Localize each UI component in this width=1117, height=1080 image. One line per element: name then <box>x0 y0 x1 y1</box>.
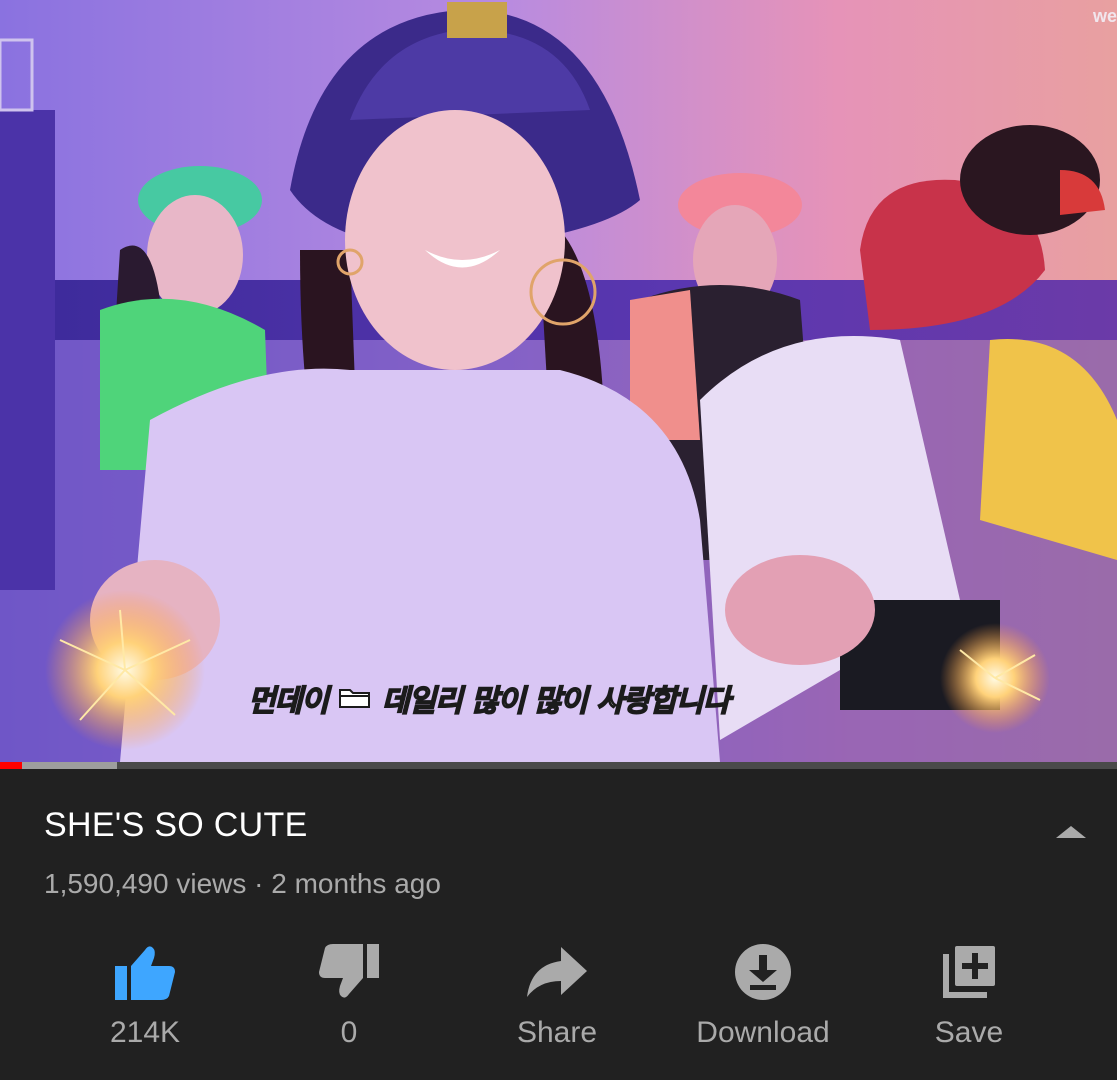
share-arrow-icon <box>527 947 587 997</box>
video-player[interactable]: we 먼데이 데일리 많이 많이 사랑합니다 <box>0 0 1117 762</box>
save-label: Save <box>934 1016 1004 1049</box>
caption-speaker-name: 먼데이 <box>247 683 329 720</box>
dislike-count: 0 <box>340 1016 358 1049</box>
video-title: SHE'S SO CUTE <box>44 806 308 844</box>
download-icon <box>735 944 791 1000</box>
share-label: Share <box>516 1016 598 1049</box>
save-button[interactable]: Save <box>884 938 1054 1058</box>
caption-text: 데일리 많이 많이 사랑합니다 <box>381 683 731 720</box>
video-progress-bar[interactable] <box>0 762 1117 769</box>
video-actions-row: 214K 0 Share Download Save <box>0 938 1117 1058</box>
progress-played <box>0 762 23 769</box>
download-button[interactable]: Download <box>678 938 848 1058</box>
video-frame <box>0 0 1117 762</box>
folder-icon <box>338 689 370 708</box>
share-button[interactable]: Share <box>472 938 642 1058</box>
thumbs-down-icon <box>319 944 379 998</box>
channel-watermark: we <box>1092 6 1117 26</box>
like-button[interactable]: 214K <box>60 938 230 1058</box>
video-view-count-and-date: 1,590,490 views · 2 months ago <box>44 868 441 899</box>
video-watch-screen: we 먼데이 데일리 많이 많이 사랑합니다 SHE'S SO CUTE 1,5… <box>0 0 1117 1080</box>
like-count: 214K <box>109 1016 181 1049</box>
video-caption: 먼데이 데일리 많이 많이 사랑합니다 <box>247 676 731 720</box>
thumbs-up-icon <box>115 946 175 1000</box>
chevron-up-icon[interactable] <box>1050 818 1092 848</box>
dislike-button[interactable]: 0 <box>264 938 434 1058</box>
download-label: Download <box>696 1016 830 1049</box>
playlist-add-icon <box>943 946 995 998</box>
